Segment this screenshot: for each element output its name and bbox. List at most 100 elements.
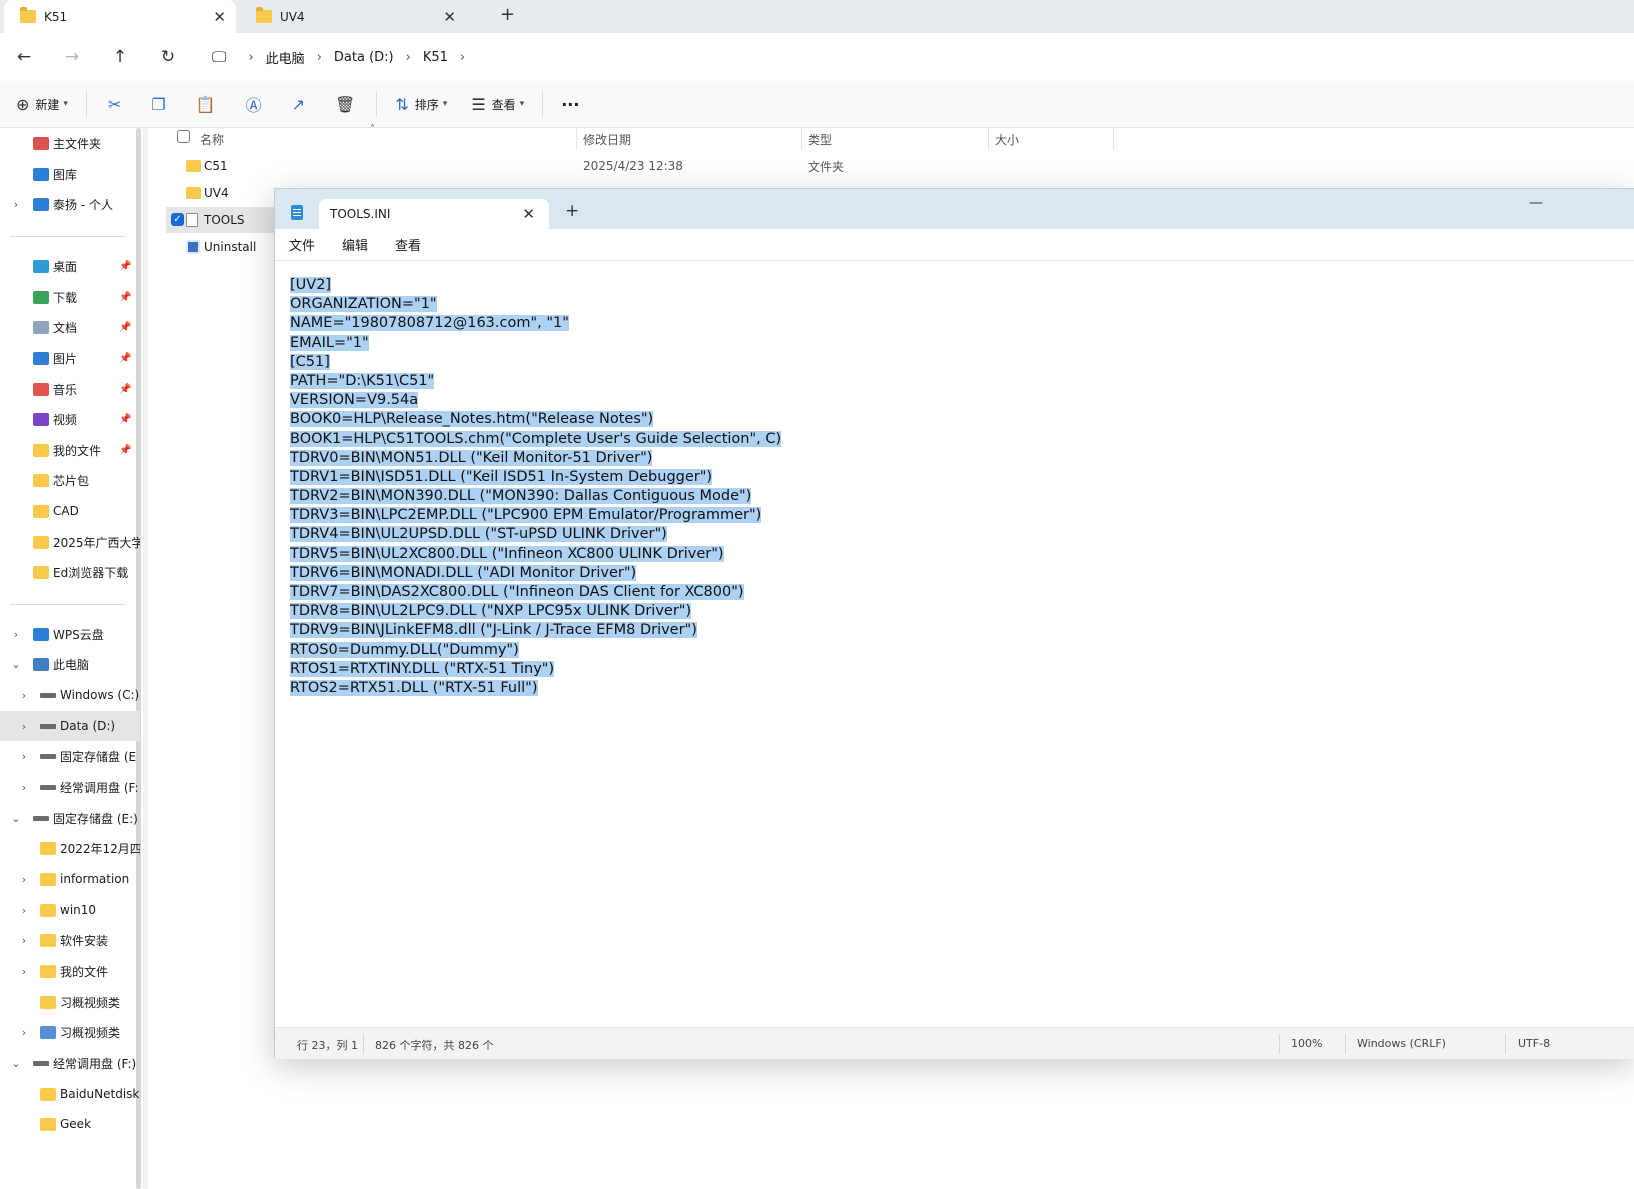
sort-button[interactable]: ⇅ 排序 ▾ [383, 95, 459, 114]
sidebar-item[interactable]: › 我的文件 [0, 956, 140, 986]
select-all-checkbox[interactable] [177, 130, 190, 143]
sidebar-item[interactable]: ⌄ 经常调用盘 (F:) [0, 1048, 140, 1078]
delete-button[interactable]: 🗑 [320, 95, 370, 114]
chevron-down-icon[interactable]: ⌄ [10, 1057, 22, 1070]
chevron-down-icon[interactable]: ⌄ [10, 658, 22, 671]
paste-button[interactable]: 📋 [181, 95, 231, 114]
chevron-right-icon[interactable]: › [406, 50, 411, 65]
column-divider[interactable] [988, 128, 989, 150]
share-button[interactable]: ↗ [277, 95, 320, 114]
copy-button[interactable]: ❐ [136, 95, 180, 114]
minimize-icon[interactable]: — [1529, 195, 1543, 211]
text-editor[interactable]: [UV2] ORGANIZATION="1" NAME="19807808712@1… [275, 261, 1634, 1027]
chevron-right-icon[interactable]: › [460, 50, 465, 65]
sidebar-item[interactable]: › 软件安装 [0, 925, 140, 955]
column-divider[interactable] [1113, 128, 1114, 150]
line-ending[interactable]: Windows (CRLF) [1357, 1037, 1446, 1050]
sidebar-item[interactable]: › information [0, 864, 140, 894]
chevron-right-icon[interactable]: › [18, 750, 30, 763]
sidebar-item[interactable]: 图片 📌 [0, 343, 140, 373]
sidebar-item-label: 此电脑 [53, 657, 90, 672]
sidebar-item[interactable]: 2025年广西大学 [0, 527, 140, 557]
text-line: TDRV7=BIN\DAS2XC800.DLL ("Infineon DAS C… [290, 583, 1634, 602]
sidebar-item[interactable]: › Windows (C:) [0, 680, 140, 710]
sidebar-item[interactable]: BaiduNetdisk [0, 1079, 140, 1109]
chevron-right-icon[interactable]: › [18, 689, 30, 702]
sidebar-item[interactable]: Geek [0, 1109, 140, 1139]
column-header-date[interactable]: 修改日期 [583, 128, 631, 150]
forward-arrow-icon[interactable]: → [48, 47, 96, 67]
sidebar-item[interactable]: 主文件夹 [0, 128, 140, 158]
chevron-right-icon[interactable]: › [317, 50, 322, 65]
breadcrumb-item-this-pc[interactable]: 此电脑 [266, 48, 305, 67]
close-icon[interactable]: ✕ [213, 8, 226, 26]
column-header-size[interactable]: 大小 [995, 128, 1019, 150]
column-divider[interactable] [576, 128, 577, 150]
column-header-name[interactable]: 名称 [200, 128, 224, 150]
sidebar-item[interactable]: 图库 [0, 159, 140, 189]
breadcrumb-item-k51[interactable]: K51 [423, 50, 448, 65]
sidebar-item-label: 下载 [53, 290, 78, 305]
sidebar-item[interactable]: CAD [0, 496, 140, 526]
row-checkbox[interactable]: ✓ [171, 213, 184, 226]
notepad-title-bar[interactable]: TOOLS.INI ✕ + — [275, 189, 1634, 229]
sidebar-item[interactable]: › 经常调用盘 (F: [0, 772, 140, 802]
sidebar-item[interactable]: 芯片包 [0, 465, 140, 495]
up-arrow-icon[interactable]: ↑ [96, 47, 144, 67]
breadcrumb-item-data-d[interactable]: Data (D:) [334, 50, 394, 65]
refresh-icon[interactable]: ↻ [144, 47, 192, 67]
chevron-right-icon[interactable]: › [10, 198, 22, 211]
sidebar-item[interactable]: › win10 [0, 895, 140, 925]
column-header-type[interactable]: 类型 [808, 128, 832, 150]
file-row-c51[interactable]: C51 2025/4/23 12:38 文件夹 [166, 153, 1626, 179]
chevron-right-icon[interactable]: › [18, 1026, 30, 1039]
chevron-right-icon[interactable]: › [18, 781, 30, 794]
chevron-down-icon[interactable]: ⌄ [10, 812, 22, 825]
sidebar-item[interactable]: Ed浏览器下载 [0, 557, 140, 587]
zoom-level[interactable]: 100% [1291, 1037, 1322, 1050]
close-icon[interactable]: ✕ [522, 205, 535, 223]
sidebar-item[interactable]: 2022年12月四 [0, 833, 140, 863]
notepad-tab[interactable]: TOOLS.INI ✕ [319, 199, 549, 229]
sidebar-item[interactable]: ⌄ 此电脑 [0, 649, 140, 679]
sidebar-item[interactable]: 桌面 📌 [0, 251, 140, 281]
explorer-tab-k51[interactable]: K51 ✕ [4, 0, 236, 33]
chevron-right-icon[interactable]: › [18, 934, 30, 947]
sidebar-item[interactable]: 习概视频类 [0, 987, 140, 1017]
notepad-icon [291, 205, 303, 220]
cut-button[interactable]: ✂ [93, 95, 136, 114]
sidebar-item[interactable]: 文档 📌 [0, 312, 140, 342]
sidebar-item[interactable]: › Data (D:) [0, 711, 140, 741]
new-button[interactable]: ⊕ 新建 ▾ [0, 95, 80, 114]
sidebar-item[interactable]: › 泰扬 - 个人 [0, 189, 140, 219]
chevron-right-icon[interactable]: › [18, 965, 30, 978]
sidebar-item[interactable]: 视频 📌 [0, 404, 140, 434]
menu-file[interactable]: 文件 [289, 235, 315, 254]
rename-button[interactable]: Ⓐ [231, 92, 277, 116]
breadcrumb[interactable]: 🖵 › 此电脑 › Data (D:) › K51 › [200, 39, 477, 75]
new-tab-button[interactable]: + [500, 4, 515, 25]
back-arrow-icon[interactable]: ← [0, 47, 48, 67]
encoding[interactable]: UTF-8 [1518, 1037, 1550, 1050]
sidebar-item[interactable]: ⌄ 固定存储盘 (E:) [0, 803, 140, 833]
sidebar-item[interactable]: 下载 📌 [0, 282, 140, 312]
sidebar-item[interactable]: › 固定存储盘 (E [0, 741, 140, 771]
chevron-right-icon[interactable]: › [18, 720, 30, 733]
chevron-right-icon[interactable]: › [18, 873, 30, 886]
sidebar-item[interactable]: › 习概视频类 [0, 1017, 140, 1047]
chevron-right-icon[interactable]: › [10, 628, 22, 641]
menu-view[interactable]: 查看 [395, 235, 421, 254]
sidebar-item[interactable]: 音乐 📌 [0, 374, 140, 404]
view-button[interactable]: ☰ 查看 ▾ [459, 95, 536, 114]
column-divider[interactable] [801, 128, 802, 150]
file-row-tools[interactable]: ✓ TOOLS [166, 207, 276, 233]
close-icon[interactable]: ✕ [443, 8, 456, 26]
more-options-button[interactable]: ··· [549, 95, 591, 114]
chevron-right-icon[interactable]: › [18, 904, 30, 917]
chevron-right-icon[interactable]: › [248, 50, 253, 65]
new-tab-button[interactable]: + [565, 201, 579, 221]
menu-edit[interactable]: 编辑 [342, 235, 368, 254]
explorer-tab-uv4[interactable]: UV4 ✕ [240, 0, 466, 33]
sidebar-item[interactable]: 我的文件 📌 [0, 435, 140, 465]
sidebar-item[interactable]: › WPS云盘 [0, 619, 140, 649]
